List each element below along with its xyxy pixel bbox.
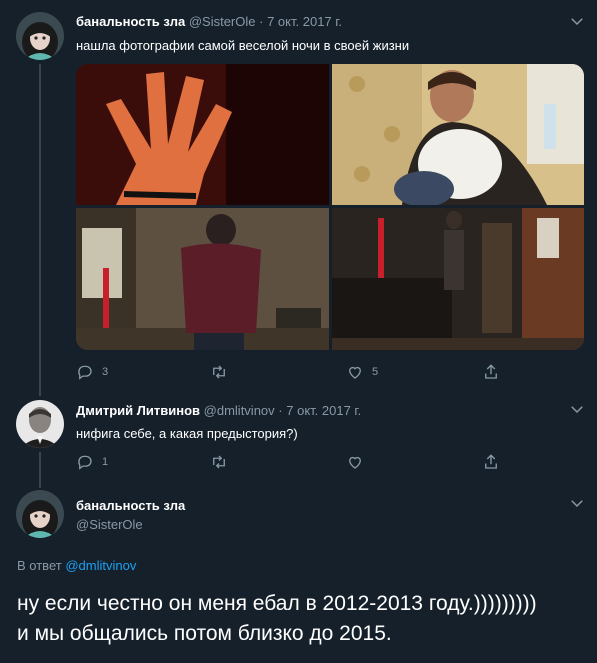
avatar[interactable] (16, 490, 64, 538)
author-name[interactable]: Дмитрий Литвинов (76, 403, 200, 418)
chevron-down-icon[interactable] (568, 400, 586, 418)
avatar[interactable] (16, 12, 64, 60)
photo-room-man[interactable] (76, 208, 329, 350)
share-icon (485, 364, 497, 379)
like-icon (349, 456, 361, 469)
reply-icon (78, 455, 92, 470)
reply-prefix: В ответ (17, 558, 62, 573)
share-button[interactable] (482, 452, 500, 472)
retweet-icon (213, 455, 225, 469)
like-icon (349, 366, 361, 379)
tweet-text-line-1: ну если честно он меня ебал в 2012-2013 … (17, 592, 537, 615)
author-handle[interactable]: @dmlitvinov (204, 403, 275, 418)
reply-button[interactable]: 1 (76, 452, 108, 472)
share-icon (485, 454, 497, 469)
thread-line (39, 64, 41, 396)
chevron-down-icon[interactable] (568, 12, 586, 30)
tweet-date[interactable]: 7 окт. 2017 г. (267, 14, 342, 29)
retweet-button[interactable] (210, 362, 236, 382)
chevron-down-icon[interactable] (568, 494, 586, 512)
tweet-text-line-2: и мы общались потом близко до 2015. (17, 622, 392, 645)
author-name[interactable]: банальность зла (76, 14, 185, 29)
tweet-actions: 3 5 (76, 362, 586, 382)
thread-line (39, 452, 41, 488)
separator: · (259, 14, 264, 29)
tweet-actions: 1 (76, 452, 586, 472)
tweet-header: банальность зла @SisterOle · 7 окт. 2017… (76, 14, 342, 29)
retweet-icon (213, 365, 225, 379)
author-handle[interactable]: @SisterOle (76, 517, 143, 532)
reply-count: 1 (102, 456, 109, 468)
photo-dark-room[interactable] (332, 208, 584, 350)
tweet-header: банальность зла (76, 498, 185, 513)
separator: · (278, 403, 283, 418)
tweet-text: нифига себе, а какая предыстория?) (76, 426, 298, 441)
like-button[interactable]: 5 (346, 362, 378, 382)
reply-button[interactable]: 3 (76, 362, 108, 382)
photo-man-cat[interactable] (332, 64, 584, 205)
author-name[interactable]: банальность зла (76, 498, 185, 513)
tweet-date[interactable]: 7 окт. 2017 г. (286, 403, 361, 418)
retweet-button[interactable] (210, 452, 236, 472)
like-button[interactable] (346, 452, 372, 472)
avatar[interactable] (16, 400, 64, 448)
tweet-header: Дмитрий Литвинов @dmlitvinov · 7 окт. 20… (76, 403, 361, 418)
photo-hand[interactable] (76, 64, 329, 205)
tweet-text: нашла фотографии самой веселой ночи в св… (76, 38, 410, 53)
share-button[interactable] (482, 362, 500, 382)
author-handle[interactable]: @SisterOle (189, 14, 256, 29)
reply-handle-link[interactable]: @dmlitvinov (65, 558, 136, 573)
replying-to: В ответ @dmlitvinov (17, 558, 136, 573)
reply-count: 3 (102, 366, 109, 378)
reply-icon (78, 365, 92, 380)
like-count: 5 (372, 366, 379, 378)
